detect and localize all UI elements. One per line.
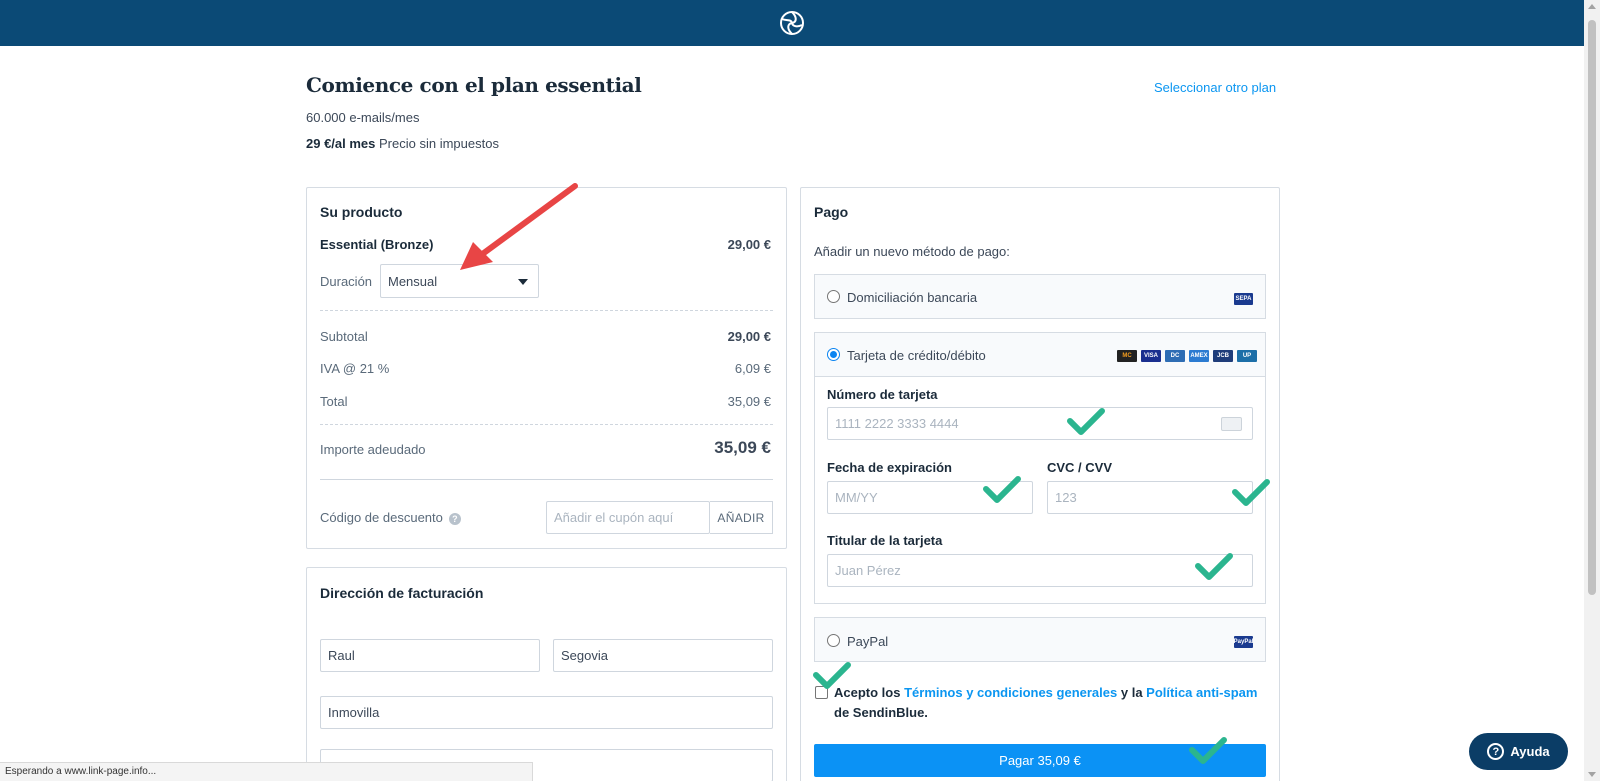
card-icon: [1221, 417, 1242, 431]
terms-mid: y la: [1120, 685, 1143, 700]
price-note: Precio sin impuestos: [379, 136, 499, 151]
duration-value: Mensual: [388, 274, 438, 289]
question-icon: ?: [1487, 743, 1505, 760]
subtotal-value: 29,00 €: [727, 329, 771, 344]
sendinblue-logo-icon: [780, 11, 804, 35]
card-number-label: Número de tarjeta: [827, 387, 938, 402]
radio-bank[interactable]: [827, 290, 840, 303]
card-number-input[interactable]: 1111 2222 3333 4444: [827, 407, 1253, 440]
duration-label: Duración: [320, 274, 373, 289]
scrollbar-thumb[interactable]: [1588, 20, 1596, 595]
jcb-badge: JCB: [1213, 350, 1233, 362]
terms-link[interactable]: Términos y condiciones generales: [904, 685, 1117, 700]
visa-badge: VISA: [1141, 350, 1161, 362]
cvc-label: CVC / CVV: [1047, 460, 1113, 475]
radio-card[interactable]: [827, 348, 840, 361]
scroll-up-arrow-icon[interactable]: [1588, 4, 1596, 9]
first-name-input[interactable]: Raul: [320, 639, 540, 672]
add-method-label: Añadir un nuevo método de pago:: [814, 244, 1010, 259]
expiry-label: Fecha de expiración: [827, 460, 952, 475]
mastercard-badge: MC: [1117, 350, 1137, 362]
discount-label-text: Código de descuento: [320, 510, 443, 525]
payment-title: Pago: [814, 204, 849, 220]
sepa-badge: SEPA: [1234, 293, 1253, 305]
total-value: 35,09 €: [727, 394, 771, 409]
terms-text: Acepto los Términos y condiciones genera…: [834, 683, 1266, 723]
radio-paypal[interactable]: [827, 634, 840, 647]
amex-badge: AMEX: [1189, 350, 1209, 362]
vat-value: 6,09 €: [734, 361, 771, 376]
total-label: Total: [320, 394, 348, 409]
option-paypal-label: PayPal: [847, 634, 889, 649]
product-title: Su producto: [320, 204, 403, 220]
divider: [320, 424, 773, 425]
paypal-badge: PayPal: [1234, 636, 1253, 648]
emails-per-month: 60.000 e-mails/mes: [306, 110, 420, 125]
anti-spam-link[interactable]: Política anti-spam: [1146, 685, 1257, 700]
last-name-input[interactable]: Segovia: [553, 639, 773, 672]
due-value: 35,09 €: [714, 438, 771, 457]
browser-status-bar: Esperando a www.link-page.info...: [0, 762, 533, 781]
option-bank-label: Domiciliación bancaria: [847, 290, 978, 305]
check-icon: [813, 662, 851, 689]
unionpay-badge: UP: [1237, 350, 1257, 362]
help-button[interactable]: ? Ayuda: [1469, 733, 1568, 770]
help-label: Ayuda: [1510, 744, 1550, 759]
price-line: 29 €/al mes Precio sin impuestos: [306, 136, 499, 151]
divider: [320, 479, 773, 480]
add-discount-button[interactable]: AÑADIR: [710, 501, 773, 534]
diners-badge: DC: [1165, 350, 1185, 362]
check-icon: [1195, 553, 1233, 580]
discount-label: Código de descuento?: [320, 510, 461, 525]
chevron-down-icon: [518, 279, 528, 285]
top-bar: [0, 0, 1584, 46]
page-title: Comience con el plan essential: [306, 73, 642, 97]
price-amount: 29 €/al mes: [306, 136, 376, 151]
product-item-price: 29,00 €: [727, 237, 771, 252]
company-input[interactable]: Inmovilla: [320, 696, 773, 729]
option-card-label: Tarjeta de crédito/débito: [847, 348, 986, 363]
subtotal-label: Subtotal: [320, 329, 368, 344]
vat-label: IVA @ 21 %: [320, 361, 390, 376]
vertical-scrollbar[interactable]: [1584, 0, 1600, 781]
holder-label: Titular de la tarjeta: [827, 533, 943, 548]
select-other-plan-link[interactable]: Seleccionar otro plan: [1154, 80, 1276, 95]
red-arrow-annotation-icon: [460, 183, 578, 270]
check-icon: [1067, 408, 1105, 435]
product-item-name: Essential (Bronze): [320, 237, 434, 252]
scroll-down-arrow-icon[interactable]: [1588, 772, 1596, 777]
check-icon: [983, 476, 1021, 503]
holder-input[interactable]: Juan Pérez: [827, 554, 1253, 587]
check-icon: [1232, 479, 1270, 506]
billing-title: Dirección de facturación: [320, 585, 484, 601]
check-icon: [1189, 737, 1227, 764]
discount-input[interactable]: Añadir el cupón aquí: [546, 501, 710, 534]
cvc-input[interactable]: 123: [1047, 481, 1253, 514]
terms-company: SendinBlue.: [852, 705, 928, 720]
due-label: Importe adeudado: [320, 442, 426, 457]
help-icon[interactable]: ?: [448, 512, 461, 525]
terms-suffix: de: [834, 705, 850, 720]
divider: [320, 310, 773, 311]
